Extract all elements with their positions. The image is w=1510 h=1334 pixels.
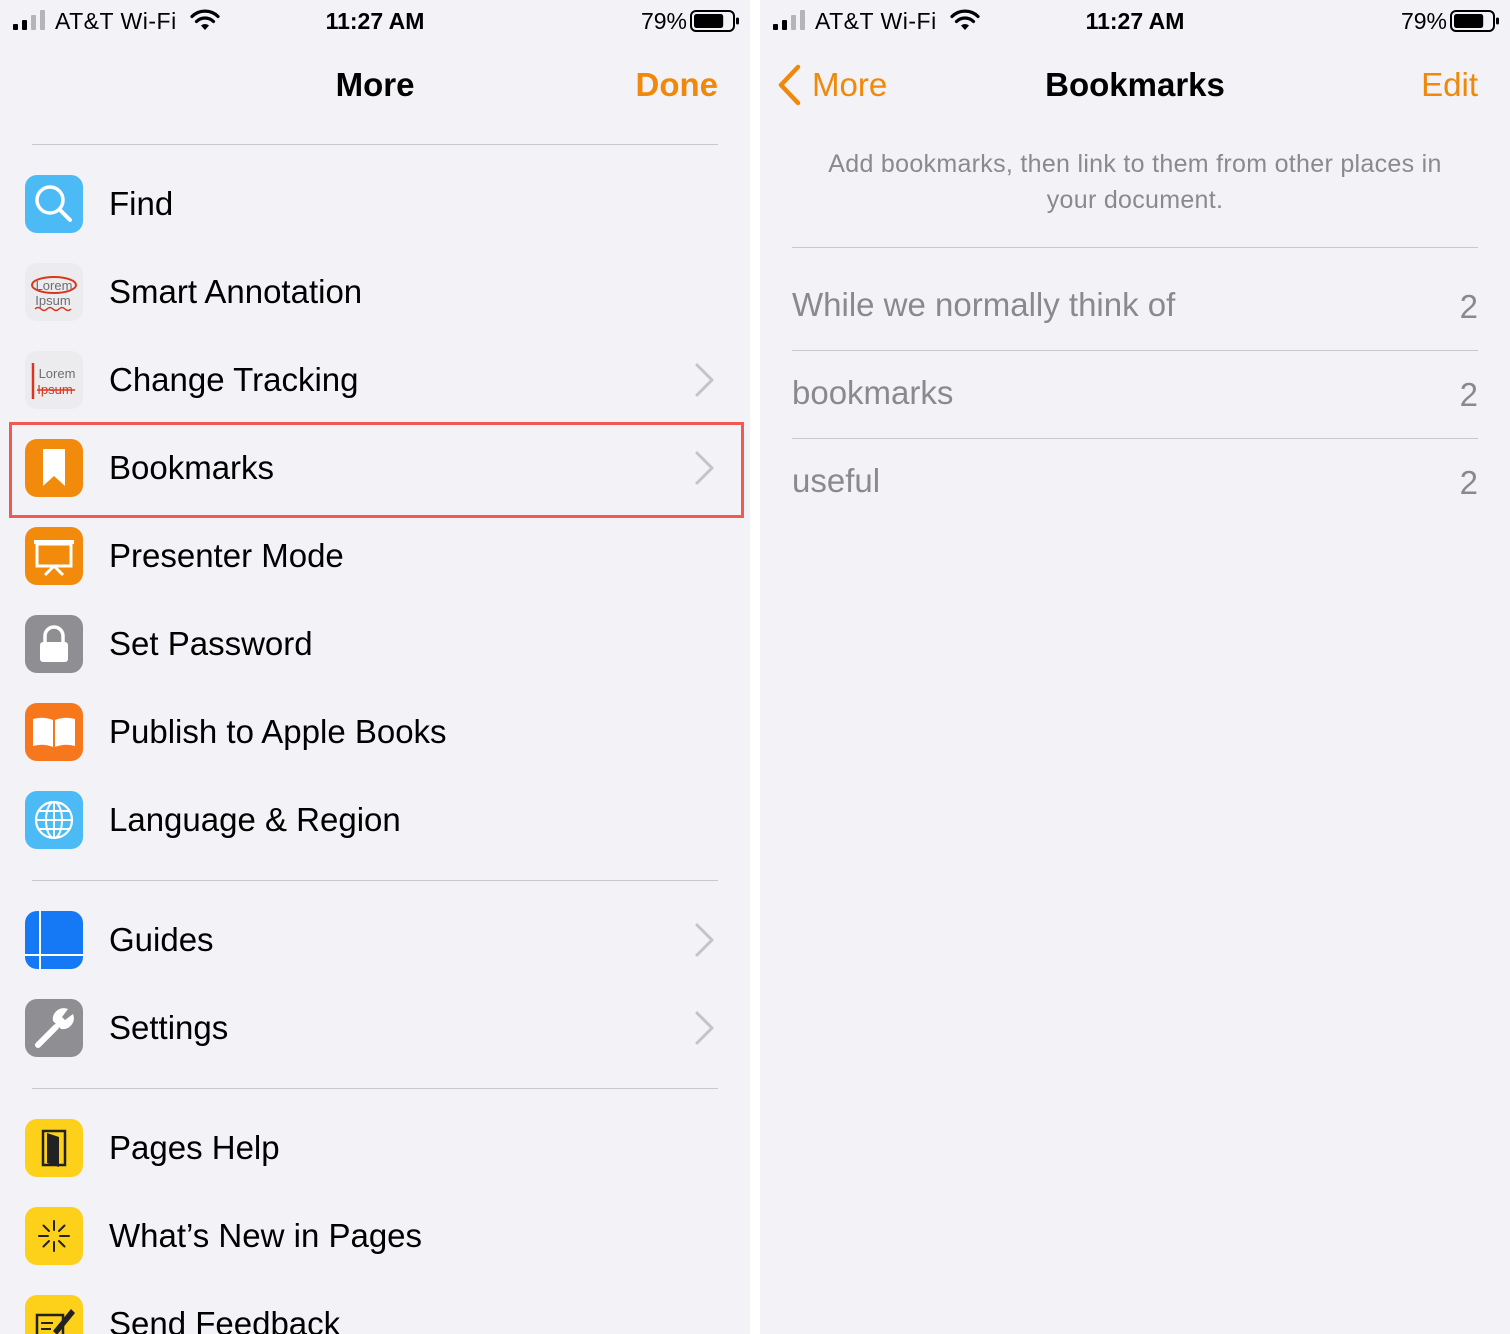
sparkle-icon — [25, 1207, 83, 1265]
menu-item-presenter-mode[interactable]: Presenter Mode — [0, 512, 750, 600]
battery-percent: 79% — [640, 8, 687, 34]
bookmark-name: useful — [792, 462, 881, 499]
chevron-right-icon — [695, 1011, 714, 1045]
menu-item-label: Guides — [109, 921, 214, 958]
menu-item-send-feedback[interactable]: Send Feedback — [0, 1280, 750, 1334]
bookmark-row[interactable]: While we normally think of 2 — [792, 262, 1478, 350]
menu-item-find[interactable]: Find — [0, 160, 750, 248]
divider — [32, 144, 718, 145]
status-bar: AT&T Wi-Fi 11:27 AM 79% — [760, 0, 1510, 42]
highlight-box — [9, 422, 744, 518]
change-tracking-icon: Lorem Ipsum — [25, 351, 83, 409]
divider — [792, 247, 1478, 248]
menu-item-label: Settings — [109, 1009, 229, 1046]
menu-item-label: Send Feedback — [109, 1305, 341, 1334]
wrench-icon — [25, 999, 83, 1057]
menu-item-label: Pages Help — [109, 1129, 280, 1166]
bookmarks-panel: AT&T Wi-Fi 11:27 AM 79% More Bookmarks E… — [760, 0, 1510, 1334]
more-panel: AT&T Wi-Fi 11:27 AM 79% More Done Find L… — [0, 0, 750, 1334]
menu-item-label: What’s New in Pages — [109, 1217, 423, 1254]
menu-item-set-password[interactable]: Set Password — [0, 600, 750, 688]
magnifying-glass-icon — [25, 175, 83, 233]
feedback-icon — [25, 1295, 83, 1334]
menu-item-change-tracking[interactable]: Lorem Ipsum Change Tracking — [0, 336, 750, 424]
battery-icon — [1450, 10, 1499, 32]
bookmark-name: While we normally think of — [792, 286, 1176, 323]
divider — [32, 880, 718, 881]
bookmark-name: bookmarks — [792, 374, 954, 411]
menu-item-label: Language & Region — [109, 801, 401, 838]
menu-item-label: Presenter Mode — [109, 537, 344, 574]
divider — [32, 1088, 718, 1089]
presenter-icon — [25, 527, 83, 585]
menu-item-language-region[interactable]: Language & Region — [0, 776, 750, 864]
chevron-right-icon — [695, 923, 714, 957]
menu-item-label: Find — [109, 185, 174, 222]
menu-item-label: Change Tracking — [109, 361, 359, 398]
clock: 11:27 AM — [325, 8, 425, 34]
clock: 11:27 AM — [1085, 8, 1185, 34]
bookmark-row[interactable]: bookmarks 2 — [792, 350, 1478, 438]
menu-item-guides[interactable]: Guides — [0, 896, 750, 984]
done-button[interactable]: Done — [636, 66, 719, 104]
annotation-word-1: Lorem — [36, 278, 73, 293]
annotation-word-2: Ipsum — [35, 293, 70, 308]
page-title: Bookmarks — [1045, 66, 1225, 103]
menu-item-label: Publish to Apple Books — [109, 713, 447, 750]
menu-item-settings[interactable]: Settings — [0, 984, 750, 1072]
bookmark-page: 2 — [1459, 288, 1478, 325]
menu-item-label: Set Password — [109, 625, 313, 662]
edit-button[interactable]: Edit — [1421, 66, 1478, 104]
menu-item-whats-new[interactable]: What’s New in Pages — [0, 1192, 750, 1280]
menu-item-smart-annotation[interactable]: Lorem Ipsum Smart Annotation — [0, 248, 750, 336]
globe-icon — [25, 791, 83, 849]
menu-item-publish-apple-books[interactable]: Publish to Apple Books — [0, 688, 750, 776]
battery-percent: 79% — [1400, 8, 1447, 34]
bookmark-page: 2 — [1459, 376, 1478, 413]
status-bar: AT&T Wi-Fi 11:27 AM 79% — [0, 0, 750, 42]
navigation-bar: More Bookmarks Edit — [760, 50, 1510, 120]
bookmark-page: 2 — [1459, 464, 1478, 501]
tracking-word-1: Lorem — [39, 366, 76, 381]
battery-icon — [690, 10, 739, 32]
lock-icon — [25, 615, 83, 673]
bookmark-row[interactable]: useful 2 — [792, 438, 1478, 526]
menu-item-pages-help[interactable]: Pages Help — [0, 1104, 750, 1192]
help-book-icon — [25, 1119, 83, 1177]
guides-icon — [25, 911, 83, 969]
smart-annotation-icon: Lorem Ipsum — [25, 263, 83, 321]
navigation-bar: More Done — [0, 50, 750, 120]
menu-item-label: Smart Annotation — [109, 273, 363, 310]
book-icon — [25, 703, 83, 761]
bookmarks-hint: Add bookmarks, then link to them from ot… — [828, 150, 1442, 214]
chevron-right-icon — [695, 363, 714, 397]
